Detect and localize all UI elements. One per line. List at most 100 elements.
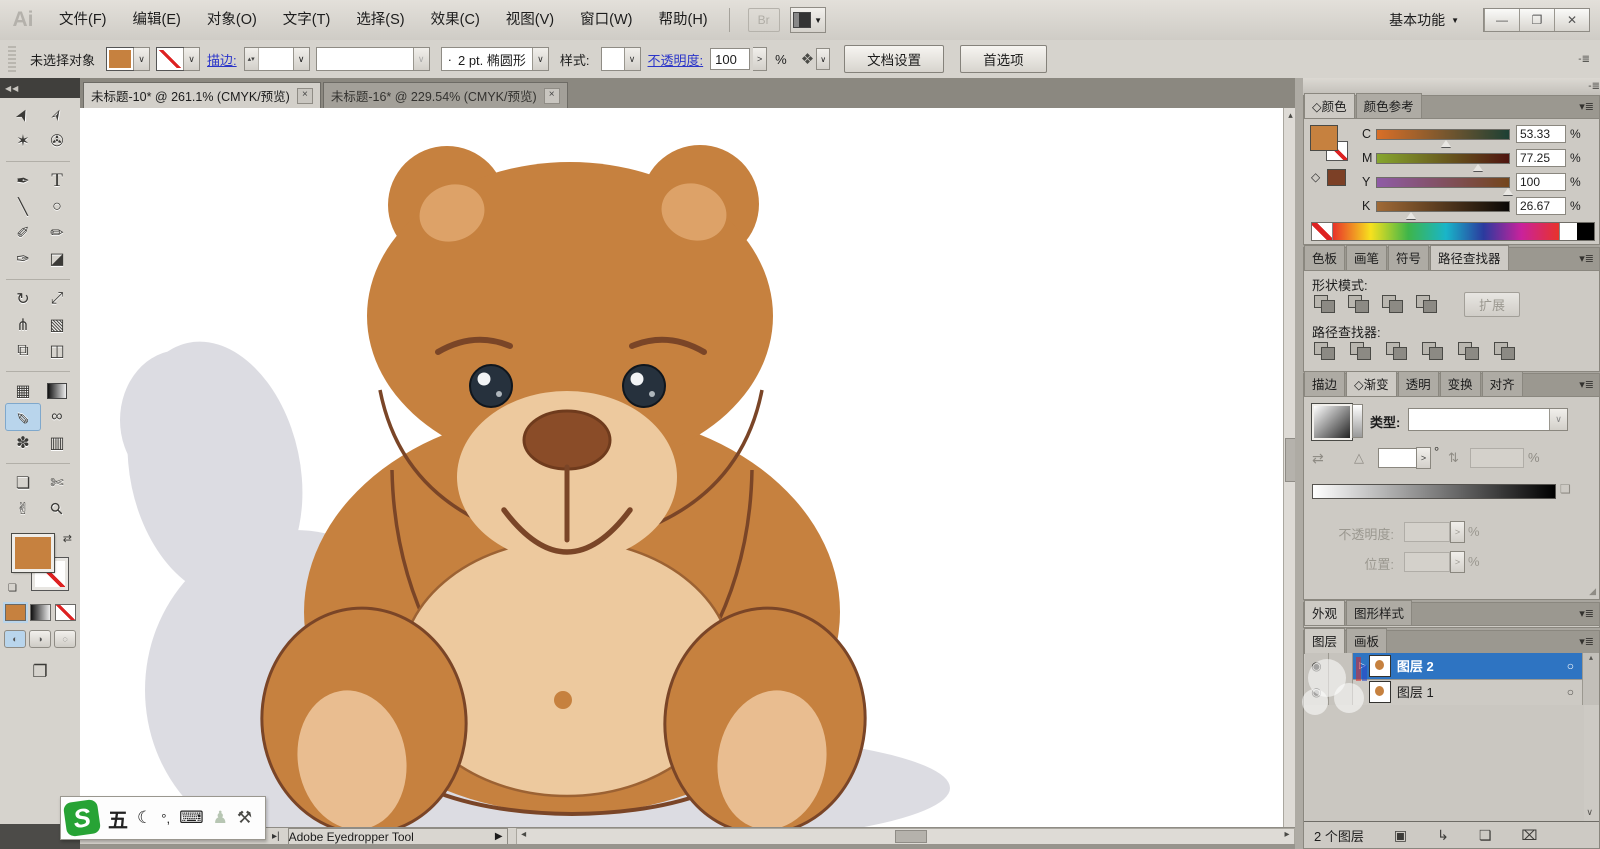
scale-tool[interactable]: ⤢	[40, 286, 74, 312]
chevron-down-icon[interactable]: ∨	[133, 48, 150, 70]
preferences-button[interactable]: 首选项	[960, 45, 1047, 73]
make-clipping-mask-icon[interactable]: ▣	[1394, 827, 1407, 844]
stroke-weight-stepper[interactable]: ▴▾ ∨	[243, 47, 310, 71]
target-circle-icon[interactable]: ○	[1567, 685, 1574, 699]
arrange-documents-button[interactable]: ▼	[789, 7, 826, 33]
tab-symbols[interactable]: 符号	[1388, 245, 1430, 270]
black-value-input[interactable]: 26.67	[1516, 197, 1566, 215]
close-icon[interactable]: ×	[543, 87, 560, 104]
opacity-spinner-icon[interactable]: >	[753, 47, 768, 71]
resize-grip-icon[interactable]: ◢	[1589, 586, 1596, 597]
line-segment-tool[interactable]: ╲	[6, 194, 40, 220]
rotate-tool[interactable]: ↻	[6, 286, 40, 312]
moon-icon[interactable]: ☾	[137, 808, 152, 828]
tab-brushes[interactable]: 画笔	[1346, 245, 1388, 270]
menu-type[interactable]: 文字(T)	[270, 0, 344, 40]
symbol-sprayer-tool[interactable]: ✽	[6, 430, 40, 456]
tab-transform[interactable]: 变换	[1439, 371, 1481, 396]
menu-file[interactable]: 文件(F)	[46, 0, 120, 40]
layers-scrollbar[interactable]: ▴	[1582, 653, 1599, 705]
magic-wand-tool[interactable]: ✶	[6, 128, 40, 154]
magenta-slider[interactable]	[1376, 152, 1510, 171]
eraser-tool[interactable]: ◪	[40, 246, 74, 272]
pencil-tool[interactable]: ✏	[40, 220, 74, 246]
unite-icon[interactable]	[1312, 293, 1338, 314]
punctuation-icon[interactable]: °,	[161, 811, 170, 826]
chevron-down-icon[interactable]: ∨	[531, 48, 548, 70]
paintbrush-tool[interactable]: ✐	[6, 220, 40, 246]
keyboard-icon[interactable]: ⌨	[179, 808, 204, 828]
blob-brush-tool[interactable]: ✑	[6, 246, 40, 272]
menu-help[interactable]: 帮助(H)	[645, 0, 720, 40]
maximize-button[interactable]: ❐	[1519, 9, 1554, 31]
select-similar-control[interactable]: ❖ ∨	[801, 48, 831, 70]
minimize-button[interactable]: —	[1484, 9, 1519, 31]
spinner-icon[interactable]: ▴▾	[244, 48, 259, 70]
tab-layers[interactable]: 图层	[1304, 628, 1346, 653]
stroke-panel-link[interactable]: 描边:	[207, 50, 237, 69]
color-spectrum-bar[interactable]	[1311, 222, 1595, 241]
chevron-down-icon[interactable]: ∨	[816, 48, 831, 70]
selection-tool[interactable]: ➤	[6, 102, 40, 128]
layer-row-1[interactable]: ◉ ▷ 图层 1 ○	[1305, 678, 1584, 706]
cyan-value-input[interactable]: 53.33	[1516, 125, 1566, 143]
layer-thumbnail[interactable]	[1368, 654, 1391, 677]
bridge-icon[interactable]: Br	[747, 8, 780, 32]
scroll-right-icon[interactable]: ▸	[1280, 829, 1294, 842]
tab-stroke[interactable]: 描边	[1304, 371, 1346, 396]
direct-selection-tool[interactable]: ➢	[40, 102, 74, 128]
drag-handle[interactable]	[8, 46, 16, 72]
scroll-left-icon[interactable]: ◂	[517, 829, 531, 842]
toolbar-collapse-header[interactable]: ◀◀	[0, 78, 85, 98]
layer-thumbnail[interactable]	[1368, 680, 1391, 703]
outline-icon[interactable]	[1456, 340, 1482, 361]
horizontal-scrollbar[interactable]: ◂ ▸	[515, 828, 1295, 845]
draw-inside-button[interactable]: ◌	[54, 630, 76, 648]
horizontal-scroll-thumb[interactable]	[894, 830, 927, 843]
tab-appearance[interactable]: 外观	[1304, 600, 1346, 625]
brush-definition-combo[interactable]: · 2 pt. 椭圆形 ∨	[440, 47, 549, 71]
slider-handle[interactable]	[1406, 211, 1417, 219]
visibility-eye-icon[interactable]: ◉	[1305, 652, 1329, 680]
blend-tool[interactable]: ∞	[40, 404, 74, 430]
menu-window[interactable]: 窗口(W)	[567, 0, 645, 40]
lasso-tool[interactable]: ✇	[40, 128, 74, 154]
expand-button[interactable]: 扩展	[1464, 292, 1521, 317]
tab-artboards[interactable]: 画板	[1346, 628, 1388, 653]
status-flyout-icon[interactable]: ▸|	[272, 831, 280, 842]
wrench-icon[interactable]: ⚒	[237, 808, 252, 828]
tab-color-guide[interactable]: 颜色参考	[1355, 93, 1422, 118]
panel-menu-icon[interactable]: ▾≣	[1579, 378, 1594, 391]
gradient-tool[interactable]	[40, 378, 74, 404]
layer-name[interactable]: 图层 1	[1397, 682, 1567, 701]
menu-view[interactable]: 视图(V)	[493, 0, 567, 40]
new-layer-icon[interactable]: ❏	[1479, 827, 1492, 844]
document-setup-button[interactable]: 文档设置	[844, 45, 945, 73]
yellow-slider[interactable]	[1376, 176, 1513, 195]
angle-spinner-icon[interactable]: >	[1416, 447, 1431, 469]
new-sublayer-icon[interactable]: ↳	[1437, 827, 1449, 844]
chevron-down-icon[interactable]: ∨	[623, 48, 640, 70]
ellipse-tool[interactable]: ○	[40, 194, 74, 220]
chevron-down-icon[interactable]: ∨	[183, 48, 200, 70]
swap-fill-stroke-icon[interactable]: ⇄	[63, 532, 72, 545]
gradient-swatch[interactable]	[1311, 403, 1353, 441]
stroke-color-combo[interactable]: ∨	[156, 47, 201, 71]
sogou-logo-icon[interactable]: S	[62, 798, 102, 838]
type-tool[interactable]: T	[40, 168, 74, 194]
tab-pathfinder[interactable]: 路径查找器	[1430, 245, 1509, 270]
variable-width-profile-combo[interactable]: ∨	[315, 47, 430, 71]
trim-icon[interactable]	[1348, 340, 1374, 361]
angle-input[interactable]	[1378, 448, 1418, 468]
minus-back-icon[interactable]	[1492, 340, 1518, 361]
menu-effect[interactable]: 效果(C)	[418, 0, 493, 40]
gradient-type-combo[interactable]: ∨	[1408, 408, 1568, 431]
pen-tool[interactable]: ✒	[6, 168, 40, 194]
fill-proxy[interactable]	[1310, 125, 1338, 151]
perspective-grid-tool[interactable]: ◫	[40, 338, 74, 364]
style-combo[interactable]: ∨	[600, 47, 641, 71]
color-button[interactable]	[2, 602, 28, 623]
hand-tool[interactable]: ✌	[6, 496, 40, 522]
canvas[interactable]	[80, 108, 1283, 827]
minus-front-icon[interactable]	[1346, 293, 1372, 314]
